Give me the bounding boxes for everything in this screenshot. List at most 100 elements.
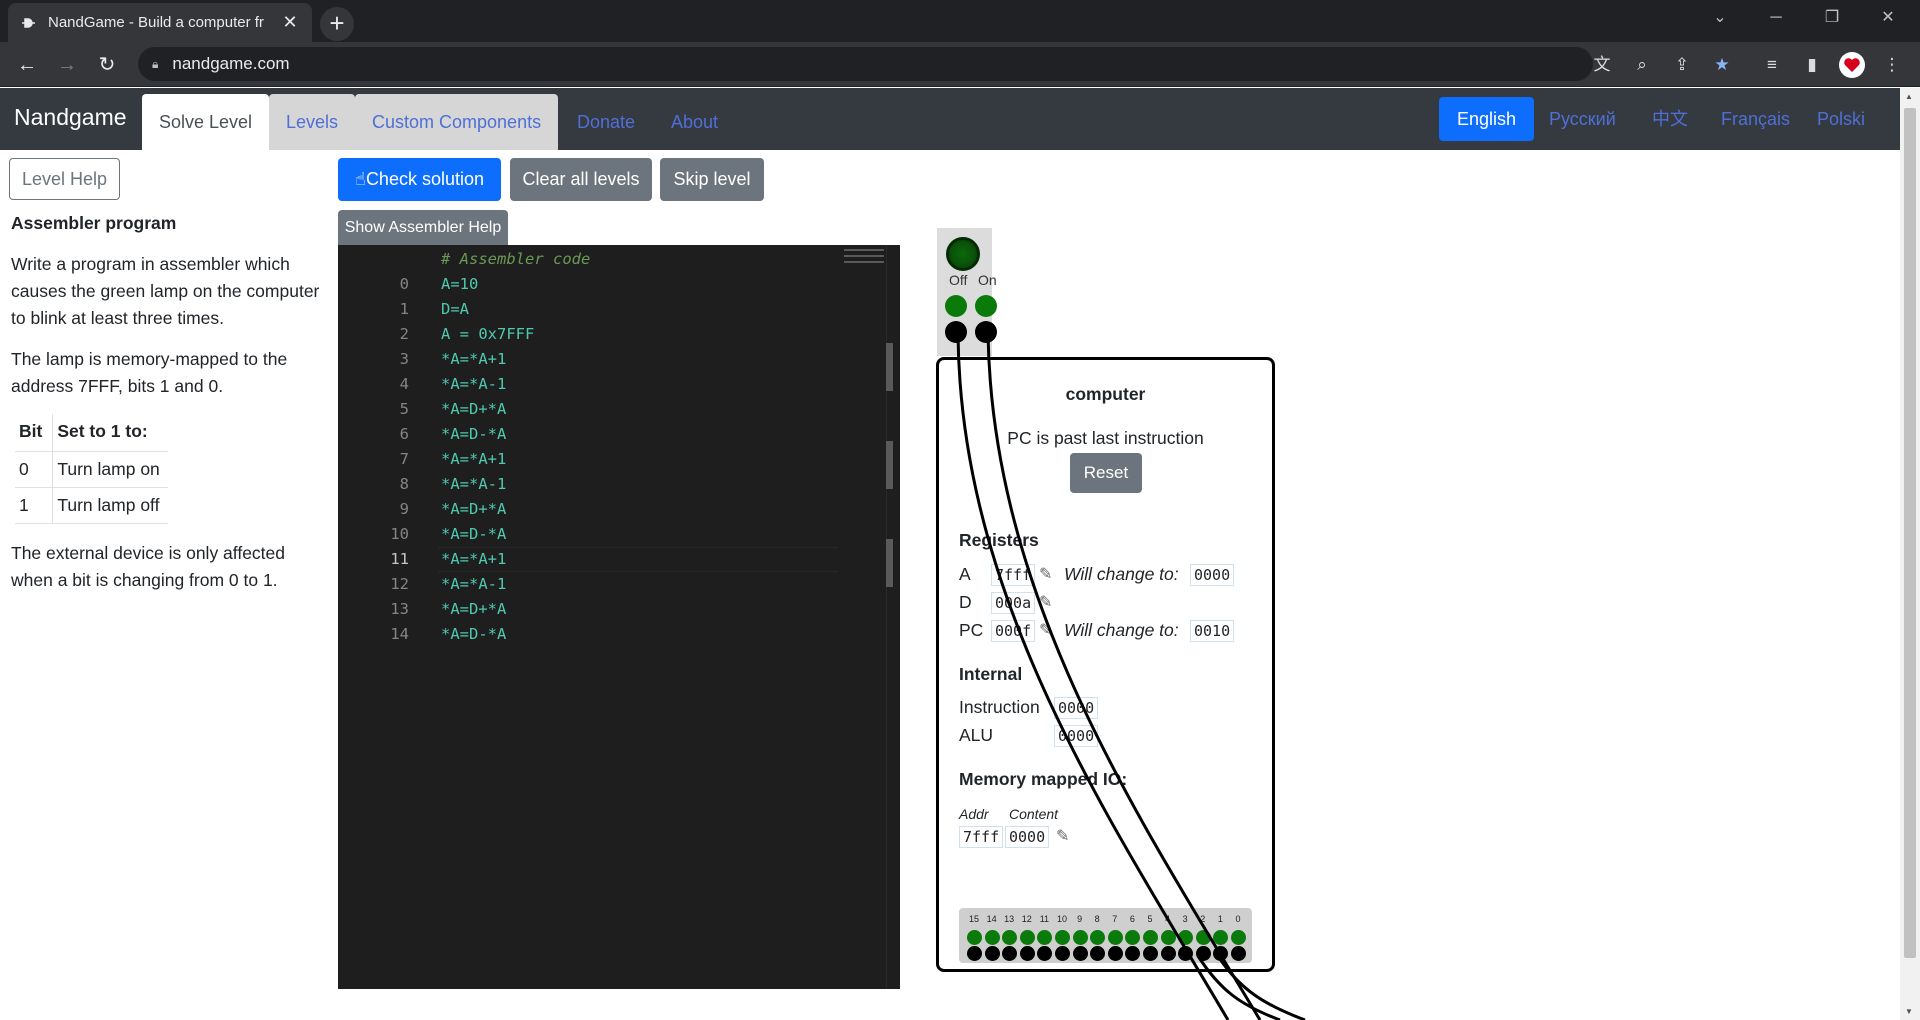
tab-about[interactable]: About (654, 94, 735, 150)
minimize-icon[interactable]: ─ (1748, 0, 1804, 36)
site-brand[interactable]: Nandgame (14, 104, 127, 131)
code-line[interactable]: 10 *A=D-*A (338, 522, 900, 547)
browser-menu-icon[interactable]: ⋮ (1878, 51, 1906, 79)
lang-english[interactable]: English (1439, 97, 1535, 141)
lamp-on-input-pin[interactable] (975, 295, 997, 317)
io-bit-input-pin[interactable] (1143, 930, 1158, 945)
io-bit-output-pin[interactable] (1019, 946, 1035, 961)
code-line[interactable]: 5 *A=D+*A (338, 397, 900, 422)
lang-polish[interactable]: Polski (1799, 97, 1883, 141)
reset-button[interactable]: Reset (1070, 453, 1142, 493)
edit-pencil-icon[interactable]: ✎ (1056, 826, 1069, 846)
reload-icon[interactable]: ↻ (90, 48, 124, 82)
lamp-component[interactable]: Off On (937, 228, 997, 356)
skip-level-button[interactable]: Skip level (660, 158, 764, 201)
address-bar[interactable]: 🔒︎ nandgame.com (138, 47, 1593, 81)
code-line[interactable]: 0 A=10 (338, 272, 900, 297)
code-line-comment[interactable]: # Assembler code (338, 247, 900, 272)
page-scroll-thumb[interactable] (1904, 108, 1916, 958)
lamp-off-input-pin[interactable] (945, 295, 967, 317)
io-bit-output-pin[interactable] (1037, 946, 1053, 961)
share-icon[interactable]: ⇪ (1668, 51, 1696, 79)
zoom-icon[interactable]: ⌕ (1628, 51, 1656, 79)
code-line[interactable]: 11 *A=*A+1 (338, 547, 900, 572)
code-line[interactable]: 3 *A=*A+1 (338, 347, 900, 372)
io-bit-input-pin[interactable] (1178, 930, 1194, 945)
lamp-off-connector[interactable] (945, 321, 967, 343)
code-line[interactable]: 4 *A=*A-1 (338, 372, 900, 397)
scroll-up-icon[interactable]: ▲ (1905, 92, 1913, 101)
io-bit-input-pin[interactable] (1125, 930, 1141, 945)
code-line[interactable]: 6 *A=D-*A (338, 422, 900, 447)
clear-all-levels-button[interactable]: Clear all levels (510, 158, 652, 201)
forward-arrow-icon[interactable]: → (50, 48, 84, 82)
browser-tab[interactable]: NandGame - Build a computer fr ✕ (8, 3, 312, 42)
code-line[interactable]: 9 *A=D+*A (338, 497, 900, 522)
io-bit-input-pin[interactable] (1002, 930, 1018, 945)
io-bit-output-pin[interactable] (1055, 946, 1070, 961)
register-a-value[interactable]: 7fff (991, 564, 1036, 586)
io-bit-output-pin[interactable] (1107, 946, 1123, 961)
code-line[interactable]: 7 *A=*A+1 (338, 447, 900, 472)
io-bit-input-pin[interactable] (1055, 930, 1070, 945)
io-bit-input-pin[interactable] (1231, 930, 1246, 945)
code-line[interactable]: 8 *A=*A-1 (338, 472, 900, 497)
io-bit-output-pin[interactable] (1195, 946, 1211, 961)
show-assembler-help-button[interactable]: Show Assembler Help (338, 210, 508, 245)
io-bit-output-pin[interactable] (1072, 946, 1088, 961)
io-bit-output-pin[interactable] (1178, 946, 1194, 961)
register-d-value[interactable]: 000a (991, 592, 1036, 614)
io-bit-input-pin[interactable] (1037, 930, 1053, 945)
new-tab-button[interactable]: + (320, 7, 354, 41)
tab-donate[interactable]: Donate (560, 94, 652, 150)
lang-russian[interactable]: Русский (1531, 97, 1634, 141)
profile-avatar-icon[interactable] (1838, 51, 1866, 79)
mio-content-value[interactable]: 0000 (1005, 826, 1050, 848)
io-bit-output-pin[interactable] (1160, 946, 1176, 961)
io-bit-input-pin[interactable] (1160, 930, 1176, 945)
io-bit-output-pin[interactable] (984, 946, 1000, 961)
scroll-down-icon[interactable]: ▼ (1905, 1007, 1913, 1016)
io-bit-input-pin[interactable] (1213, 930, 1229, 945)
window-close-icon[interactable]: ✕ (1860, 0, 1916, 36)
io-bit-input-pin[interactable] (967, 930, 982, 945)
io-bit-input-pin[interactable] (1090, 930, 1106, 945)
io-bit-output-pin[interactable] (1002, 946, 1018, 961)
io-bit-output-pin[interactable] (967, 946, 982, 961)
io-bit-input-pin[interactable] (1019, 930, 1035, 945)
assembler-code-editor[interactable]: # Assembler code 0 A=10 1 D=A 2 A = 0x7FFF 3 *A… (338, 245, 900, 989)
lamp-on-connector[interactable] (975, 321, 997, 343)
io-bit-input-pin[interactable] (1195, 930, 1211, 945)
code-line[interactable]: 2 A = 0x7FFF (338, 322, 900, 347)
tab-custom-components[interactable]: Custom Components (355, 94, 559, 150)
level-help-button[interactable]: Level Help (9, 158, 120, 200)
back-arrow-icon[interactable]: ← (10, 48, 44, 82)
page-scrollbar[interactable]: ▲ ▼ (1900, 88, 1920, 1020)
media-control-icon[interactable]: ≡ (1758, 51, 1786, 79)
io-bit-input-pin[interactable] (1072, 930, 1088, 945)
check-solution-button[interactable]: ☝︎Check solution (338, 158, 501, 201)
edit-pencil-icon[interactable]: ✎ (1039, 564, 1052, 584)
bookmark-star-icon[interactable]: ★ (1708, 51, 1736, 79)
io-bit-output-pin[interactable] (1090, 946, 1106, 961)
tab-solve-level[interactable]: Solve Level (142, 94, 270, 150)
lang-chinese[interactable]: 中文 (1634, 97, 1706, 141)
code-line[interactable]: 13 *A=D+*A (338, 597, 900, 622)
restore-icon[interactable]: ❐ (1804, 0, 1860, 36)
tab-search-icon[interactable]: ⌄ (1692, 0, 1748, 36)
tab-close-icon[interactable]: ✕ (280, 12, 300, 33)
edit-pencil-icon[interactable]: ✎ (1039, 620, 1052, 640)
side-panel-icon[interactable]: ▮ (1798, 51, 1826, 79)
tab-levels[interactable]: Levels (269, 94, 356, 150)
lang-french[interactable]: Français (1703, 97, 1808, 141)
io-bit-output-pin[interactable] (1125, 946, 1141, 961)
translate-icon[interactable]: 文 (1588, 51, 1616, 79)
io-bit-input-pin[interactable] (984, 930, 1000, 945)
io-bit-output-pin[interactable] (1143, 946, 1158, 961)
io-bit-input-pin[interactable] (1107, 930, 1123, 945)
io-bit-output-pin[interactable] (1231, 946, 1246, 961)
code-line[interactable]: 14 *A=D-*A (338, 622, 900, 647)
register-pc-value[interactable]: 000f (991, 620, 1036, 642)
code-line[interactable]: 1 D=A (338, 297, 900, 322)
code-line[interactable]: 12 *A=*A-1 (338, 572, 900, 597)
